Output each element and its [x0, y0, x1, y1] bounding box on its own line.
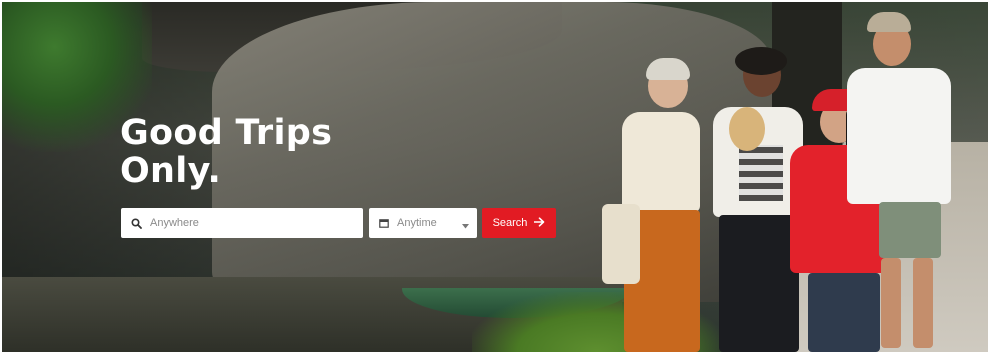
- traveller-4: [847, 12, 957, 352]
- search-button[interactable]: Search: [482, 208, 556, 238]
- traveller-1: [600, 54, 710, 352]
- destination-field[interactable]: Anywhere: [121, 208, 363, 238]
- date-value: Anytime: [397, 217, 437, 229]
- destination-placeholder: Anywhere: [150, 217, 199, 229]
- headline-line-2: Only.: [120, 151, 222, 191]
- arrow-right-icon: [533, 216, 545, 230]
- date-select[interactable]: Anytime: [369, 208, 477, 238]
- chevron-down-icon: [462, 220, 469, 232]
- calendar-icon: [379, 218, 389, 228]
- headline-line-1: Good Trips: [120, 113, 333, 153]
- search-icon: [131, 217, 142, 229]
- search-button-label: Search: [492, 217, 528, 229]
- hero-banner: Good Trips Only. Anywhere Anytime Search: [2, 2, 988, 352]
- headline: Good Trips Only.: [120, 114, 332, 190]
